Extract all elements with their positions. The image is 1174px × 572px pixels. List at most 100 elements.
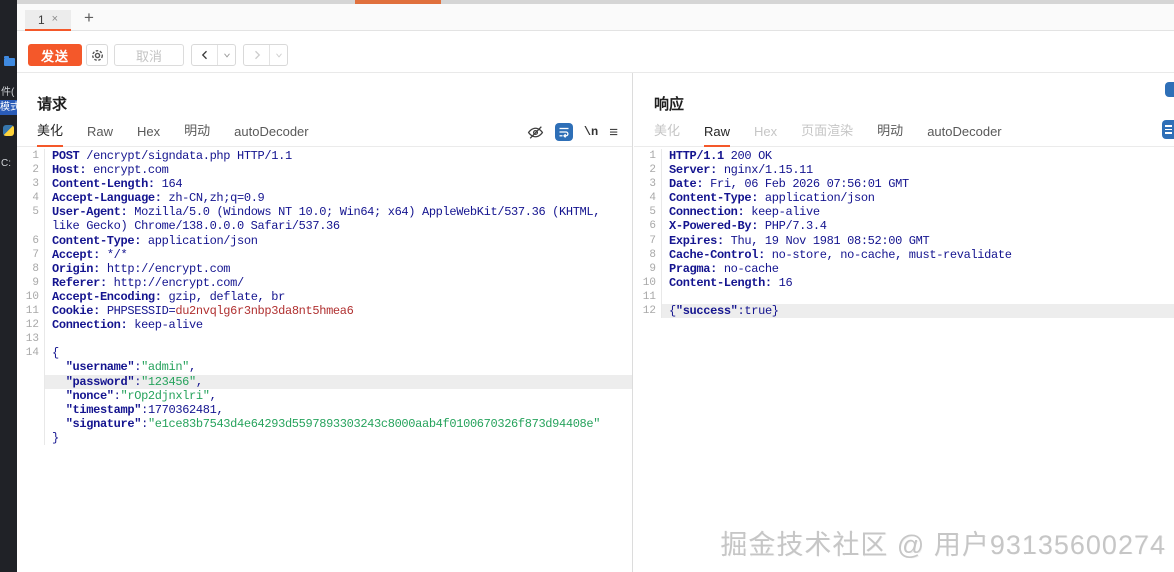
code-line-content	[662, 290, 1174, 304]
code-line-content: "signature":"e1ce83b7543d4e64293d5597893…	[65, 416, 601, 431]
code-line-content: HTTP/1.1 200 OK	[669, 149, 772, 163]
view-tab-Raw[interactable]: Raw	[87, 124, 113, 147]
view-tab-明动[interactable]: 明动	[184, 120, 210, 147]
line-number: 12	[17, 318, 45, 333]
line-number: 6	[634, 219, 662, 234]
code-line-content: X-Powered-By: PHP/7.3.4	[669, 219, 827, 234]
code-line-content: {"success":true}	[662, 304, 1174, 319]
close-icon[interactable]: ×	[52, 14, 58, 25]
clipped-button-icon[interactable]	[1165, 82, 1174, 97]
line-number	[17, 402, 45, 417]
session-tab-label: 1	[37, 12, 45, 27]
code-line-content: "nonce":"rOp2djnxlri",	[65, 388, 217, 403]
code-line: 10 Accept-Encoding: gzip, deflate, br	[17, 289, 632, 305]
background-path-fragment: C:	[1, 158, 11, 169]
send-button[interactable]: 发送	[28, 44, 82, 66]
code-line: 4 Accept-Language: zh-CN,zh;q=0.9	[17, 191, 632, 206]
code-line-content: Date: Fri, 06 Feb 2026 07:56:01 GMT	[669, 177, 909, 192]
line-number: 4	[17, 191, 45, 206]
response-title: 响应	[654, 96, 685, 113]
code-line-content: POST /encrypt/signdata.php HTTP/1.1	[52, 149, 292, 163]
code-line: 11	[634, 289, 1174, 305]
code-line: "username":"admin",	[17, 360, 632, 375]
view-tab-autoDecoder[interactable]: autoDecoder	[927, 124, 1001, 147]
code-line: 12 {"success":true}	[634, 304, 1174, 319]
code-line: "timestamp":1770362481,	[17, 402, 632, 417]
code-line-content: "username":"admin",	[65, 360, 197, 375]
code-line-content: {	[52, 346, 59, 361]
line-number	[17, 416, 45, 431]
forward-dropdown-button[interactable]	[270, 45, 287, 65]
line-number: 14	[17, 346, 45, 361]
code-line-content: "timestamp":1770362481,	[65, 402, 224, 417]
request-editor[interactable]: 1 POST /encrypt/signdata.php HTTP/1.1 2 Hos…	[17, 147, 632, 445]
request-title: 请求	[37, 96, 68, 113]
code-line-content: Referer: http://encrypt.com/	[52, 275, 244, 290]
view-tab-明动[interactable]: 明动	[877, 120, 903, 147]
back-button[interactable]	[192, 45, 219, 65]
code-line: 6 X-Powered-By: PHP/7.3.4	[634, 219, 1174, 234]
line-number: 10	[634, 275, 662, 290]
tab-bar: 1 × +	[17, 4, 1174, 31]
cancel-button[interactable]: 取消	[114, 44, 184, 66]
response-editor[interactable]: 1 HTTP/1.1 200 OK 2 Server: nginx/1.15.11 3 D…	[634, 147, 1174, 319]
code-line: 12 Connection: keep-alive	[17, 318, 632, 333]
code-line: like Gecko) Chrome/138.0.0.0 Safari/537.…	[17, 219, 632, 234]
code-line: 8 Origin: http://encrypt.com	[17, 261, 632, 276]
settings-button[interactable]	[86, 44, 108, 66]
line-number: 8	[634, 247, 662, 262]
back-dropdown-button[interactable]	[218, 45, 235, 65]
app-window: 1 × + 发送 取消 请求 美化 Raw Hex 明动 autoDecoder…	[17, 0, 1174, 572]
line-number: 12	[634, 304, 662, 319]
line-number	[17, 388, 45, 403]
chevron-left-icon	[201, 50, 207, 60]
menu-icon[interactable]: ≡	[609, 125, 618, 140]
line-number: 11	[17, 304, 45, 319]
code-line-content: Content-Length: 16	[669, 275, 793, 290]
line-number: 3	[634, 177, 662, 192]
line-number	[17, 219, 45, 234]
eye-off-icon[interactable]	[527, 124, 544, 141]
line-number: 7	[17, 247, 45, 262]
code-line-content: Content-Type: application/json	[52, 233, 258, 248]
add-tab-button[interactable]: +	[78, 7, 100, 29]
view-tab-Raw[interactable]: Raw	[704, 124, 731, 147]
view-tab-美化: 美化	[654, 123, 681, 138]
view-tab-autoDecoder[interactable]: autoDecoder	[234, 124, 308, 147]
clipped-menu-button-icon[interactable]	[1162, 120, 1174, 139]
view-tab-美化[interactable]: 美化	[37, 120, 64, 147]
code-line-content	[45, 332, 632, 346]
code-line: 13	[17, 332, 632, 347]
background-app-strip: 件( 模式 C:	[0, 0, 17, 572]
code-line-content: Expires: Thu, 19 Nov 1981 08:52:00 GMT	[669, 233, 930, 248]
code-line: 10 Content-Length: 16	[634, 275, 1174, 290]
code-line-content: Accept-Encoding: gzip, deflate, br	[52, 289, 285, 304]
line-number: 6	[17, 233, 45, 248]
session-tab[interactable]: 1 ×	[25, 10, 71, 31]
code-line-content: Server: nginx/1.15.11	[669, 163, 813, 178]
code-line-content: Cookie: PHPSESSID=du2nvqlg6r3nbp3da8nt5h…	[52, 304, 354, 319]
line-number: 8	[17, 261, 45, 276]
line-number: 13	[17, 332, 45, 347]
code-line-content: Accept: */*	[52, 247, 128, 262]
line-number: 1	[634, 149, 662, 164]
code-line: 1 POST /encrypt/signdata.php HTTP/1.1	[17, 149, 632, 164]
word-wrap-toggle[interactable]	[554, 123, 573, 141]
line-number: 9	[17, 275, 45, 290]
background-selected-item: 模式	[0, 100, 17, 115]
line-number	[17, 360, 45, 375]
code-line: "nonce":"rOp2djnxlri",	[17, 388, 632, 403]
forward-button[interactable]	[244, 45, 271, 65]
view-tab-Hex[interactable]: Hex	[137, 124, 160, 147]
line-number: 10	[17, 289, 45, 305]
chevron-right-icon	[254, 50, 260, 60]
response-panel: 响应 美化 Raw Hex 页面渲染 明动 autoDecoder 1 HTTP/1.1 2…	[634, 73, 1174, 572]
line-number: 7	[634, 233, 662, 248]
code-line-content: Cache-Control: no-store, no-cache, must-…	[669, 247, 1012, 262]
newline-icon[interactable]: \n	[584, 125, 598, 139]
chevron-down-icon	[223, 53, 230, 58]
code-line-content: Origin: http://encrypt.com	[52, 261, 231, 276]
code-line-content: Connection: keep-alive	[52, 318, 203, 333]
code-line: 1 HTTP/1.1 200 OK	[634, 149, 1174, 164]
code-line: 6 Content-Type: application/json	[17, 233, 632, 248]
